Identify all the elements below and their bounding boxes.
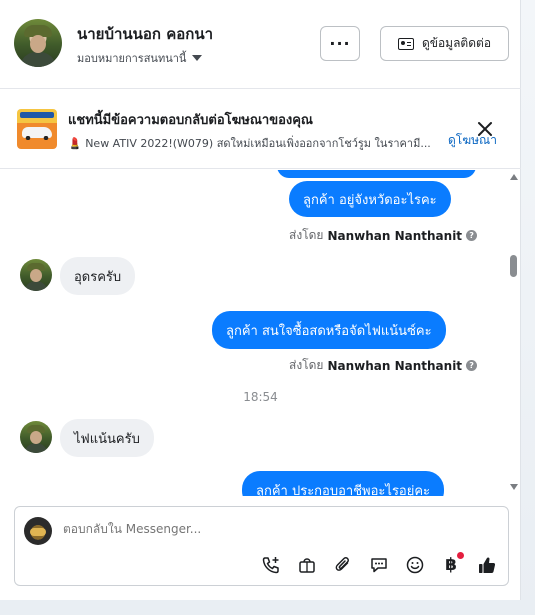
view-contact-info-label: ดูข้อมูลติดต่อ bbox=[421, 36, 492, 50]
view-contact-info-button[interactable]: ดูข้อมูลติดต่อ bbox=[380, 26, 509, 61]
caret-down-icon bbox=[192, 55, 203, 61]
conversation-panel: นายบ้านนอก คอกนา มอบหมายการสนทนานี้ ··· … bbox=[0, 0, 521, 600]
contact-avatar-small[interactable] bbox=[20, 259, 52, 291]
ad-reply-banner: แชทนี้มีข้อความตอบกลับต่อโฆษณาของคุณ 💄 N… bbox=[0, 89, 521, 169]
contact-name[interactable]: นายบ้านนอก คอกนา bbox=[77, 22, 213, 46]
shopping-bag-icon[interactable] bbox=[295, 553, 319, 577]
notification-dot bbox=[457, 552, 464, 559]
emoji-icon[interactable] bbox=[403, 553, 427, 577]
close-icon[interactable] bbox=[475, 119, 495, 139]
more-dots-icon: ··· bbox=[329, 34, 351, 53]
help-icon[interactable]: ? bbox=[466, 360, 478, 371]
more-options-button[interactable]: ··· bbox=[320, 26, 360, 61]
message-bubble-outgoing[interactable]: ลูกค้า สนใจซื้อสดหรือจัดไฟแน้นซ์คะ bbox=[212, 311, 446, 349]
sent-by-name: Nanwhan Nanthanit bbox=[327, 228, 463, 243]
sent-by-meta: ส่งโดย Nanwhan Nanthanit ? bbox=[289, 226, 478, 245]
ad-banner-title: แชทนี้มีข้อความตอบกลับต่อโฆษณาของคุณ bbox=[68, 113, 313, 128]
sent-by-meta: ส่งโดย Nanwhan Nanthanit ? bbox=[289, 356, 478, 375]
sent-by-prefix: ส่งโดย bbox=[289, 228, 324, 242]
message-bubble-outgoing[interactable]: ลูกค้า ประกอบอาชีพอะไรอยู่คะ bbox=[242, 471, 445, 496]
scroll-down-arrow-icon[interactable] bbox=[510, 484, 518, 490]
call-add-icon[interactable] bbox=[259, 553, 283, 577]
chat-scrollbar[interactable] bbox=[507, 170, 521, 496]
contact-card-icon bbox=[397, 37, 414, 50]
sent-by-name: Nanwhan Nanthanit bbox=[327, 358, 463, 373]
sent-by-prefix: ส่งโดย bbox=[289, 358, 324, 372]
assign-conversation-dropdown[interactable]: มอบหมายการสนทนานี้ bbox=[77, 49, 203, 67]
help-icon[interactable]: ? bbox=[466, 230, 478, 241]
contact-avatar-small[interactable] bbox=[20, 421, 52, 453]
payment-baht-icon[interactable]: ฿ bbox=[439, 552, 464, 577]
assign-label: มอบหมายการสนทนานี้ bbox=[77, 52, 187, 65]
message-composer: ฿ bbox=[14, 506, 509, 586]
ad-banner-subtitle: 💄 New ATIV 2022!(W079) สดใหม่เหมือนเพิ่ง… bbox=[68, 137, 431, 150]
ad-thumbnail[interactable] bbox=[17, 109, 57, 149]
message-bubble-incoming[interactable]: อุดรครับ bbox=[60, 257, 136, 295]
message-timestamp: 18:54 bbox=[243, 390, 278, 404]
scroll-up-arrow-icon[interactable] bbox=[510, 174, 518, 180]
attachment-icon[interactable] bbox=[331, 553, 355, 577]
contact-avatar[interactable] bbox=[14, 19, 62, 67]
message-bubble-outgoing-partial[interactable] bbox=[277, 170, 476, 178]
scrollbar-thumb[interactable] bbox=[510, 255, 517, 277]
conversation-header: นายบ้านนอก คอกนา มอบหมายการสนทนานี้ ··· … bbox=[0, 0, 521, 89]
saved-reply-icon[interactable] bbox=[367, 553, 391, 577]
message-thread[interactable]: ลูกค้า อยู่จังหวัดอะไรคะ ส่งโดย Nanwhan … bbox=[0, 170, 521, 496]
message-bubble-incoming[interactable]: ไฟแน้นครับ bbox=[60, 419, 154, 457]
thumbs-up-icon[interactable] bbox=[475, 553, 499, 577]
message-bubble-outgoing[interactable]: ลูกค้า อยู่จังหวัดอะไรคะ bbox=[289, 181, 451, 217]
